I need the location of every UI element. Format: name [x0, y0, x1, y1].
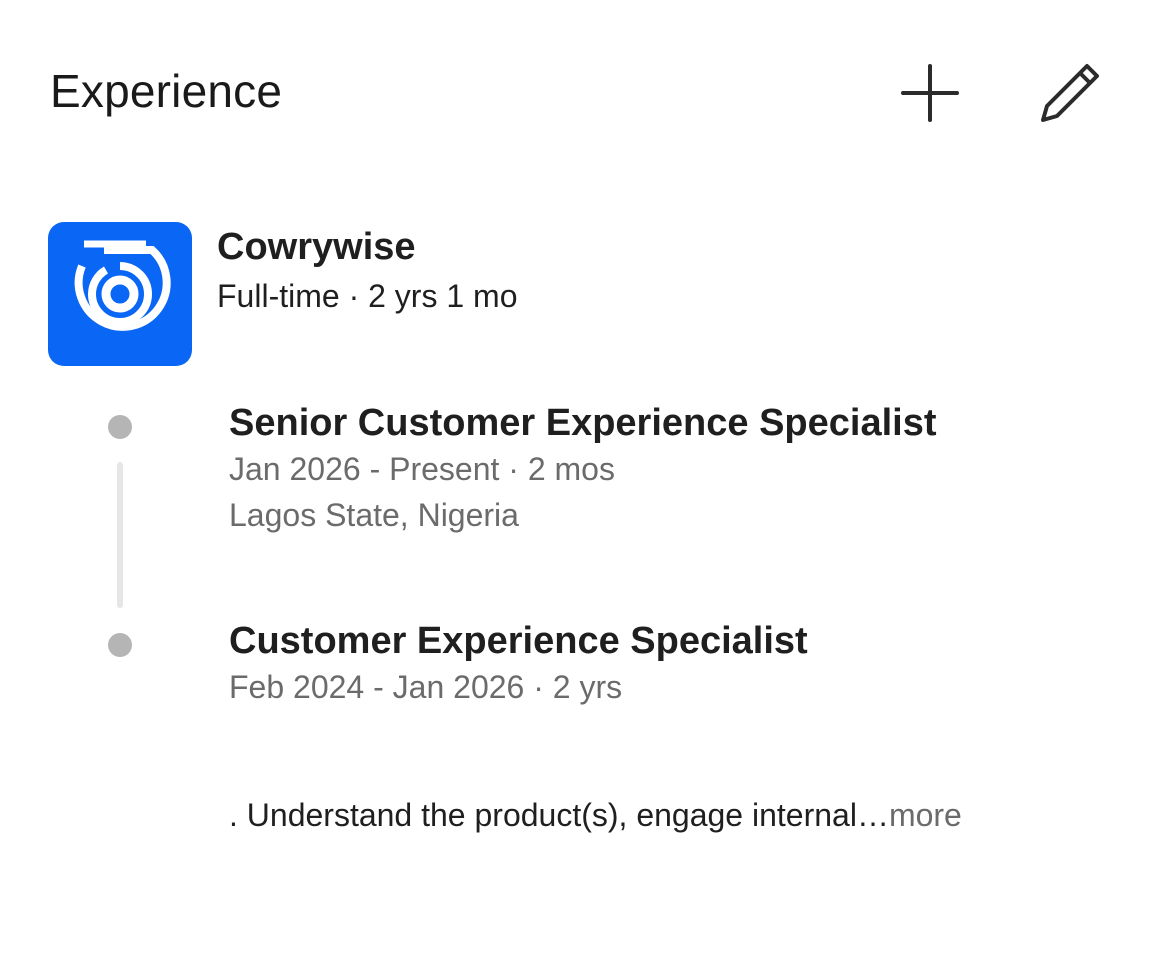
- section-title: Experience: [50, 65, 283, 117]
- company-name: Cowrywise: [217, 226, 416, 268]
- role-location: Lagos State, Nigeria: [229, 497, 519, 533]
- role-title: Senior Customer Experience Specialist: [229, 402, 937, 444]
- cowrywise-logo-icon: [74, 240, 171, 331]
- description-text: . Understand the product(s), engage inte…: [229, 797, 889, 833]
- role-title: Customer Experience Specialist: [229, 620, 808, 662]
- role-description: . Understand the product(s), engage inte…: [229, 792, 962, 838]
- role-entry-senior[interactable]: Senior Customer Experience Specialist Ja…: [229, 400, 1129, 538]
- role-dates: Jan 2026 - Present · 2 mos: [229, 451, 615, 487]
- see-more-link[interactable]: more: [889, 797, 962, 833]
- pencil-icon: [1041, 64, 1099, 122]
- experience-header: Experience: [50, 58, 1120, 128]
- cowrywise-logo: [48, 222, 192, 366]
- employment-summary: Full-time · 2 yrs 1 mo: [217, 278, 518, 314]
- timeline-connector: [117, 462, 123, 608]
- plus-icon: [901, 64, 959, 122]
- role-entry-specialist[interactable]: Customer Experience Specialist Feb 2024 …: [229, 618, 1129, 710]
- timeline-dot: [108, 415, 132, 439]
- add-experience-button[interactable]: [895, 58, 965, 128]
- role-dates: Feb 2024 - Jan 2026 · 2 yrs: [229, 669, 623, 705]
- timeline-dot: [108, 633, 132, 657]
- company-entry[interactable]: Cowrywise Full-time · 2 yrs 1 mo: [48, 222, 1128, 367]
- edit-experience-button[interactable]: [1035, 58, 1105, 128]
